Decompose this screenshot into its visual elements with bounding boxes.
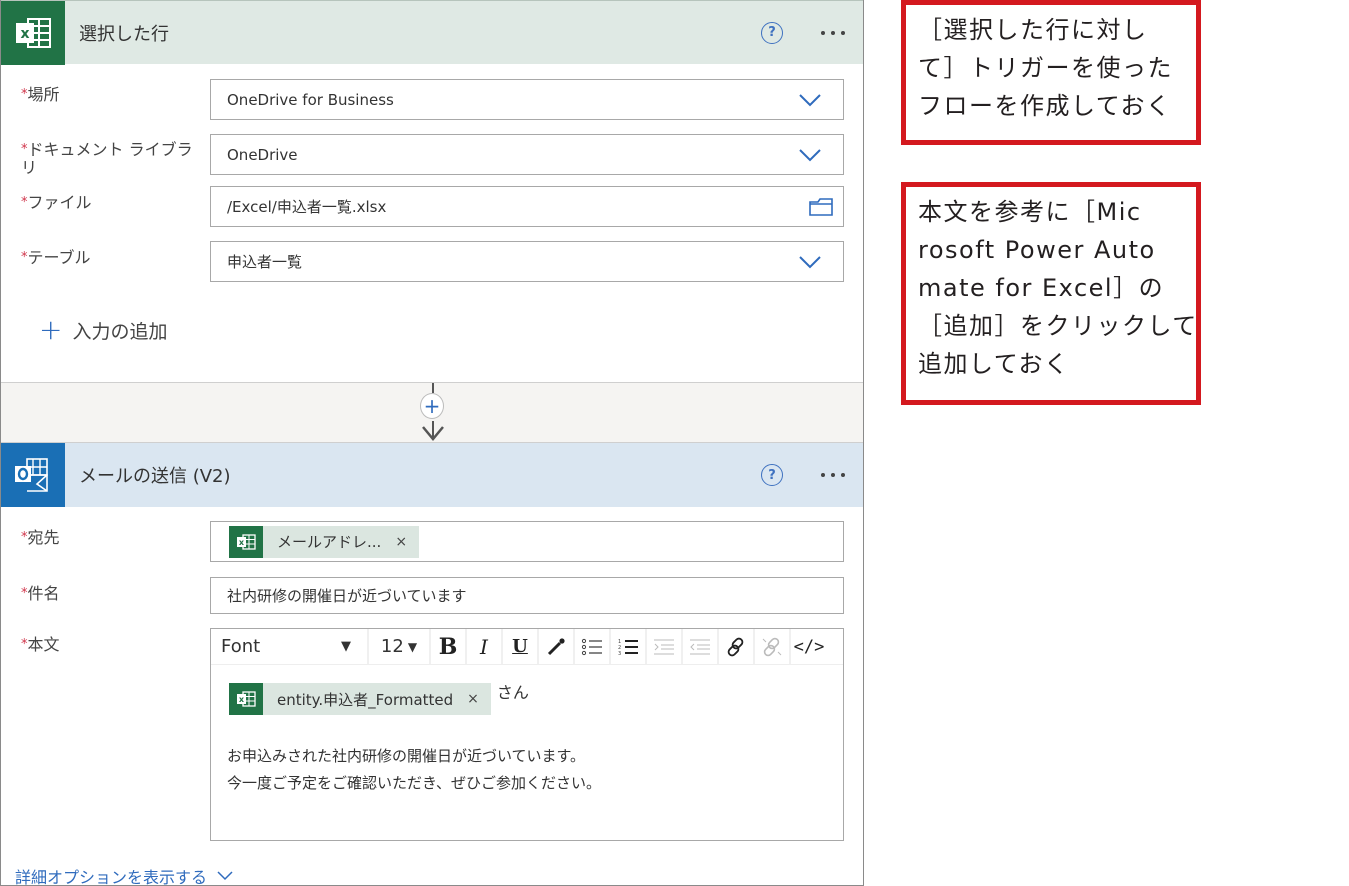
svg-text:x: x [239,538,245,547]
dynamic-content-token[interactable]: x メールアドレ... × [229,525,420,558]
editor-content[interactable]: x entity.申込者_Formatted × さん お申込みされた社内研修の… [211,665,843,797]
chevron-down-icon[interactable] [799,93,821,107]
action-card-header[interactable]: メールの送信 (V2) ? [1,443,863,507]
body-text-suffix: さん [496,683,529,702]
indent-icon [654,639,674,654]
body-line: 今一度ご予定をご確認いただき、ぜひご参加ください。 [227,774,601,792]
document-library-dropdown[interactable]: OneDrive [210,134,844,175]
link-icon [727,637,744,656]
add-input-button[interactable]: + 入力の追加 [39,316,167,344]
to-field[interactable]: x メールアドレ... × [210,521,844,562]
outdent-icon [690,639,710,654]
trigger-card-header[interactable]: x 選択した行 ? [1,0,863,65]
folder-icon[interactable] [809,197,833,216]
table-label: *テーブル [21,248,91,267]
remove-token-icon[interactable]: × [395,534,407,550]
caret-down-icon: ▼ [407,639,418,654]
insert-link-button[interactable] [719,629,755,664]
dynamic-content-token[interactable]: x entity.申込者_Formatted × [229,683,491,715]
eyedropper-icon [547,637,565,655]
bold-button[interactable]: B [431,629,467,664]
decrease-indent-button[interactable] [647,629,683,664]
table-dropdown[interactable]: 申込者一覧 [210,241,844,282]
chevron-down-icon[interactable] [799,148,821,162]
font-color-button[interactable] [539,629,575,664]
underline-button[interactable]: U [503,629,539,664]
increase-indent-button[interactable] [683,629,719,664]
bulleted-list-button[interactable] [575,629,611,664]
help-icon[interactable]: ? [761,464,783,486]
code-icon: </> [793,636,825,657]
flow-designer: x 選択した行 ? *場所 OneDrive for Business *ドキュ… [0,0,864,886]
insert-step-button[interactable]: + [420,393,444,419]
trigger-card-title: 選択した行 [79,23,169,45]
svg-text:x: x [239,695,245,704]
editor-toolbar: Font ▼ 12 ▼ B I U 123 </> [211,629,843,665]
to-label: *宛先 [21,528,60,547]
outlook-icon [1,443,65,507]
svg-text:3: 3 [618,651,621,656]
subject-input[interactable]: 社内研修の開催日が近づいています [210,577,844,614]
more-options-icon[interactable] [821,30,845,35]
italic-button[interactable]: I [467,629,503,664]
help-icon[interactable]: ? [761,21,783,44]
show-advanced-options-link[interactable]: 詳細オプションを表示する [15,864,233,886]
document-library-label: *ドキュメント ライブラリ [21,140,193,177]
remove-token-icon[interactable]: × [467,691,479,707]
file-label: *ファイル [21,193,92,212]
step-connector: + [1,382,863,443]
remove-link-button[interactable] [755,629,791,664]
plus-icon: + [39,313,63,346]
connector-line [432,383,434,393]
unlink-icon [762,637,782,656]
body-line: お申込みされた社内研修の開催日が近づいています。 [227,747,586,765]
excel-icon: x [229,525,263,558]
subject-label: *件名 [21,584,60,603]
action-card-title: メールの送信 (V2) [79,466,231,487]
code-view-button[interactable]: </> [791,629,827,664]
location-label: *場所 [21,85,60,104]
numbered-list-icon: 123 [618,639,638,656]
chevron-down-icon[interactable] [799,255,821,269]
annotation-callout-addin: 本文を参考に［Mic rosoft Power Auto mate for Ex… [901,182,1201,405]
caret-down-icon: ▼ [341,639,351,654]
bulleted-list-icon [581,638,602,655]
arrow-down-icon [422,421,444,441]
chevron-down-icon [217,871,233,881]
excel-icon: x [229,683,263,715]
excel-icon: x [1,0,65,65]
more-options-icon[interactable] [821,473,845,477]
file-picker-field[interactable]: /Excel/申込者一覧.xlsx [210,186,844,227]
svg-text:x: x [20,26,29,42]
location-dropdown[interactable]: OneDrive for Business [210,79,844,120]
annotation-callout-trigger: ［選択した行に対し て］トリガーを使った フローを作成しておく [901,0,1201,145]
body-rich-text-editor[interactable]: Font ▼ 12 ▼ B I U 123 </> x entity.申込者_F… [210,628,844,841]
font-family-dropdown[interactable]: Font ▼ [211,629,369,664]
font-size-dropdown[interactable]: 12 ▼ [369,629,431,664]
body-label: *本文 [21,635,60,654]
numbered-list-button[interactable]: 123 [611,629,647,664]
